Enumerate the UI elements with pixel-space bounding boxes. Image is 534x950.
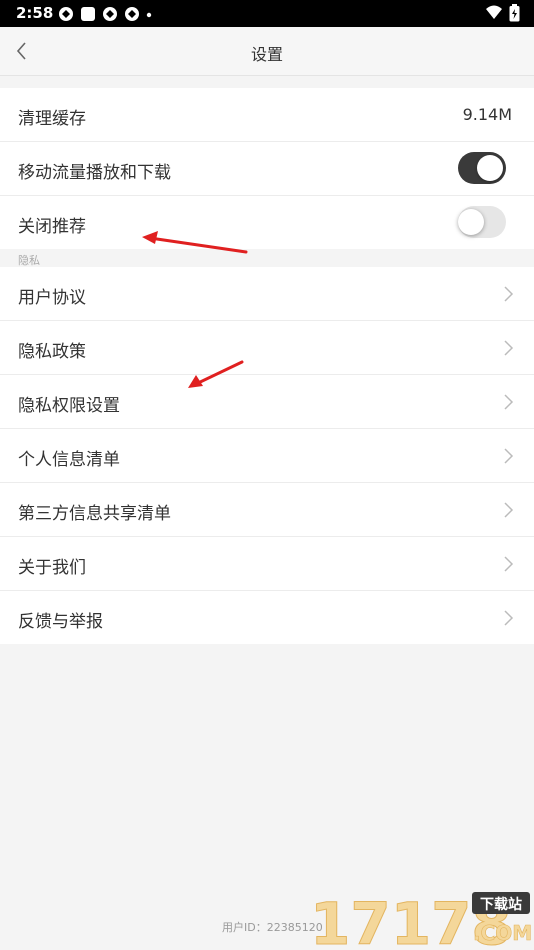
privacy-group: 用户协议 隐私政策 隐私权限设置 个人信息清单 第三方信息共享清单 关于我们 反…	[0, 267, 534, 644]
square-app-icon	[81, 7, 95, 21]
dot-icon	[146, 12, 152, 18]
list-item-label: 反馈与举报	[18, 612, 103, 632]
notification-icons	[58, 5, 152, 23]
chevron-right-icon	[504, 610, 514, 626]
battery-icon	[509, 4, 520, 22]
clear-cache-row[interactable]: 清理缓存 9.14M	[0, 88, 534, 142]
close-recommend-toggle[interactable]	[458, 206, 506, 238]
status-right	[485, 4, 520, 22]
status-bar: 2:58	[0, 0, 534, 27]
app-icon	[59, 7, 73, 21]
close-recommend-row: 关闭推荐	[0, 196, 534, 249]
chevron-right-icon	[504, 340, 514, 356]
list-item-label: 关于我们	[18, 558, 86, 578]
list-item-label: 用户协议	[18, 288, 86, 308]
wifi-icon	[486, 5, 502, 19]
chevron-right-icon	[504, 286, 514, 302]
app-header: 设置	[0, 27, 534, 76]
mobile-data-label: 移动流量播放和下载	[18, 163, 171, 183]
user-id-text: 用户ID：22385120	[222, 921, 323, 934]
app-icon	[125, 7, 139, 21]
list-item-personal-info[interactable]: 个人信息清单	[0, 429, 534, 483]
list-item-label: 第三方信息共享清单	[18, 504, 171, 524]
list-item-label: 隐私权限设置	[18, 396, 120, 416]
general-settings-group: 清理缓存 9.14M 移动流量播放和下载 关闭推荐	[0, 88, 534, 249]
list-item-third-party-sharing[interactable]: 第三方信息共享清单	[0, 483, 534, 537]
chevron-right-icon	[504, 448, 514, 464]
list-item-about-us[interactable]: 关于我们	[0, 537, 534, 591]
list-item-feedback[interactable]: 反馈与举报	[0, 591, 534, 644]
watermark-logo: 17178 下载站 .COM	[310, 890, 532, 949]
list-item-label: 个人信息清单	[18, 450, 120, 470]
annotation-arrow-icon	[188, 360, 244, 388]
app-icon	[103, 7, 117, 21]
status-time: 2:58	[16, 4, 54, 22]
mobile-data-row: 移动流量播放和下载	[0, 142, 534, 196]
chevron-right-icon	[504, 394, 514, 410]
annotation-arrow-icon	[142, 231, 248, 254]
toggle-knob	[477, 155, 503, 181]
list-item-privacy-policy[interactable]: 隐私政策	[0, 321, 534, 375]
list-item-user-agreement[interactable]: 用户协议	[0, 267, 534, 321]
chevron-right-icon	[504, 556, 514, 572]
svg-text:下载站: 下载站	[480, 896, 522, 913]
svg-text:.COM: .COM	[473, 921, 532, 945]
page-title: 设置	[250, 45, 283, 64]
close-recommend-label: 关闭推荐	[18, 217, 86, 237]
cache-size-value: 9.14M	[462, 105, 512, 124]
privacy-section-label: 隐私	[18, 254, 40, 267]
mobile-data-toggle[interactable]	[458, 152, 506, 184]
chevron-right-icon	[504, 502, 514, 518]
clear-cache-label: 清理缓存	[18, 109, 86, 129]
list-item-privacy-permissions[interactable]: 隐私权限设置	[0, 375, 534, 429]
toggle-knob	[458, 209, 484, 235]
list-item-label: 隐私政策	[18, 342, 86, 362]
